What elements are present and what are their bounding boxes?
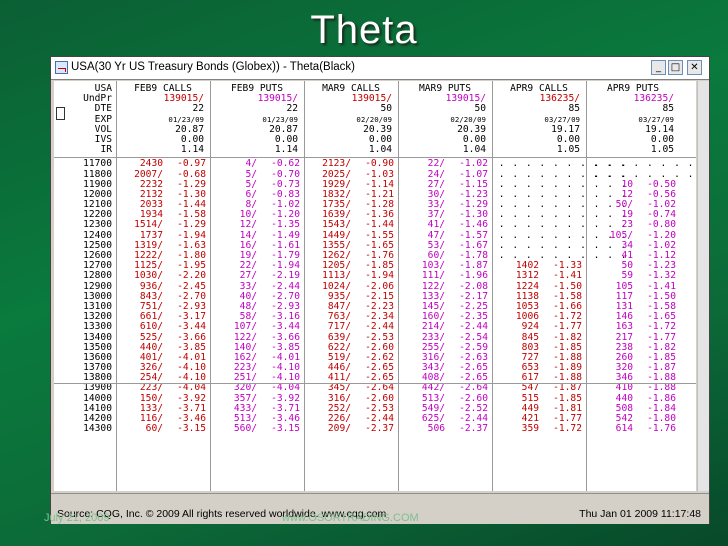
column-divider xyxy=(116,81,117,491)
option-cell[interactable]: 22/ -1.02 xyxy=(398,159,492,169)
column-divider xyxy=(304,81,305,491)
option-cell[interactable]: 924 -1.77 xyxy=(492,322,586,332)
theta-value: -1.72 xyxy=(647,321,676,333)
option-price: 163 xyxy=(615,321,633,333)
option-cell[interactable]: 60/ -3.15 xyxy=(116,423,210,435)
option-price: 4/ xyxy=(245,158,257,170)
header-row: DTE 22 22 50 50 85 85 xyxy=(54,104,696,114)
theta-table: USA FEB9 CALLS FEB9 PUTS MAR9 CALLS MAR9 PUT… xyxy=(54,81,696,491)
option-price: 560/ xyxy=(233,423,257,435)
option-cell[interactable]: . . . . . . . . . . xyxy=(492,159,627,169)
header-value: 1.04 xyxy=(462,144,486,156)
option-cell[interactable]: 209/ -2.37 xyxy=(304,423,398,435)
slide-title: Theta xyxy=(310,8,418,52)
option-price: 209/ xyxy=(327,423,351,435)
option-price: 506 xyxy=(427,423,445,435)
column-divider xyxy=(398,81,399,491)
header-value: 1.14 xyxy=(274,144,298,156)
theta-value: -1.02 xyxy=(459,158,488,170)
header-value: 22 xyxy=(192,103,204,115)
header-value: 50 xyxy=(380,103,392,115)
minimize-button[interactable]: _ xyxy=(651,60,666,75)
option-price: 2430 xyxy=(139,158,163,170)
option-cell[interactable]: 506 -2.37 xyxy=(398,423,492,435)
theta-value: -1.72 xyxy=(553,423,582,435)
column-divider xyxy=(586,81,587,491)
option-cell[interactable]: 107/ -3.44 xyxy=(210,322,304,332)
option-price: 359 xyxy=(521,423,539,435)
theta-value: -2.37 xyxy=(365,423,394,435)
option-cell[interactable]: . . . . . . . . . . xyxy=(586,159,694,169)
atm-divider xyxy=(54,383,696,384)
footer-date: July 21, 2009 xyxy=(44,512,110,524)
theta-grid: USA FEB9 CALLS FEB9 PUTS MAR9 CALLS MAR9 PUT… xyxy=(54,83,696,435)
table-row[interactable]: 14300 60/ -3.15 560/ -3.15 209/ -2.37 506 -2.37 3… xyxy=(54,423,696,435)
window-title: USA(30 Yr US Treasury Bonds (Globex)) - … xyxy=(71,61,355,73)
option-price: 22/ xyxy=(427,158,445,170)
chart-app-icon xyxy=(55,61,68,74)
option-cell[interactable]: 163 -1.72 xyxy=(586,322,680,332)
option-cell[interactable]: 359 -1.72 xyxy=(492,423,586,435)
option-cell[interactable]: 614 -1.76 xyxy=(586,423,680,435)
theta-value: -0.97 xyxy=(177,158,206,170)
option-cell[interactable]: 610/ -3.44 xyxy=(116,322,210,332)
cqg-window: USA(30 Yr US Treasury Bonds (Globex)) - … xyxy=(50,56,710,524)
theta-value: -1.77 xyxy=(553,321,582,333)
vertical-scrollbar[interactable] xyxy=(697,81,709,491)
theta-value: -2.37 xyxy=(459,423,488,435)
header-value: 22 xyxy=(286,103,298,115)
strike-price: 13300 xyxy=(83,321,112,333)
timestamp: Thu Jan 01 2009 11:17:48 xyxy=(579,508,701,520)
option-cell[interactable]: 560/ -3.15 xyxy=(210,423,304,435)
option-price: 2123/ xyxy=(322,158,351,170)
theta-value: -0.90 xyxy=(365,158,394,170)
strike-price: 14300 xyxy=(83,423,112,435)
theta-value: -2.44 xyxy=(365,321,394,333)
header-row: IR 1.14 1.14 1.04 1.04 1.05 1.05 xyxy=(54,144,696,156)
header-value: 85 xyxy=(568,103,580,115)
column-divider xyxy=(492,81,493,491)
option-price: 60/ xyxy=(145,423,163,435)
option-cell[interactable]: 214/ -2.44 xyxy=(398,322,492,332)
header-row: UndPr 139015/139015/139015/139015/136235/… xyxy=(54,93,696,104)
header-value: 1.05 xyxy=(650,144,674,156)
header-value: 1.05 xyxy=(556,144,580,156)
header-label: IR xyxy=(100,144,112,156)
table-row[interactable]: 11700 2430 -0.97 4/-0.62 2123/-0.90 22/-1.02 … xyxy=(54,159,696,169)
option-cell[interactable]: 717/ -2.44 xyxy=(304,322,398,332)
header-value: 50 xyxy=(474,103,486,115)
header-value: 1.04 xyxy=(368,144,392,156)
option-cell[interactable]: 2430 -0.97 xyxy=(116,159,210,169)
header-divider xyxy=(54,157,696,158)
close-button[interactable]: ✕ xyxy=(687,60,702,75)
theta-value: -3.15 xyxy=(271,423,300,435)
option-price: 924 xyxy=(521,321,539,333)
table-row[interactable]: 13300 610/ -3.44 107/ -3.44 717/ -2.44 214/ -2.4… xyxy=(54,322,696,332)
option-cell[interactable]: 4/ -0.62 xyxy=(210,159,304,169)
theta-value: -3.44 xyxy=(177,321,206,333)
column-divider xyxy=(210,81,211,491)
option-price: 107/ xyxy=(233,321,257,333)
option-price: 610/ xyxy=(139,321,163,333)
option-price: 214/ xyxy=(421,321,445,333)
empty-cell: . . . . . . . . . . xyxy=(592,158,695,170)
option-price: 717/ xyxy=(327,321,351,333)
theta-value: -1.76 xyxy=(647,423,676,435)
maximize-button[interactable]: □ xyxy=(668,60,683,75)
theta-value: -3.15 xyxy=(177,423,206,435)
window-titlebar[interactable]: USA(30 Yr US Treasury Bonds (Globex)) - … xyxy=(51,57,709,80)
footer-url: www.OSORTRADING.COM xyxy=(282,512,419,524)
option-price: 614 xyxy=(615,423,633,435)
strike-price: 11700 xyxy=(83,158,112,170)
theta-value: -0.62 xyxy=(271,158,300,170)
option-cell[interactable]: 2123/ -0.90 xyxy=(304,159,398,169)
theta-value: -3.44 xyxy=(271,321,300,333)
header-value: 85 xyxy=(662,103,674,115)
header-value: 1.14 xyxy=(180,144,204,156)
theta-value: -2.44 xyxy=(459,321,488,333)
